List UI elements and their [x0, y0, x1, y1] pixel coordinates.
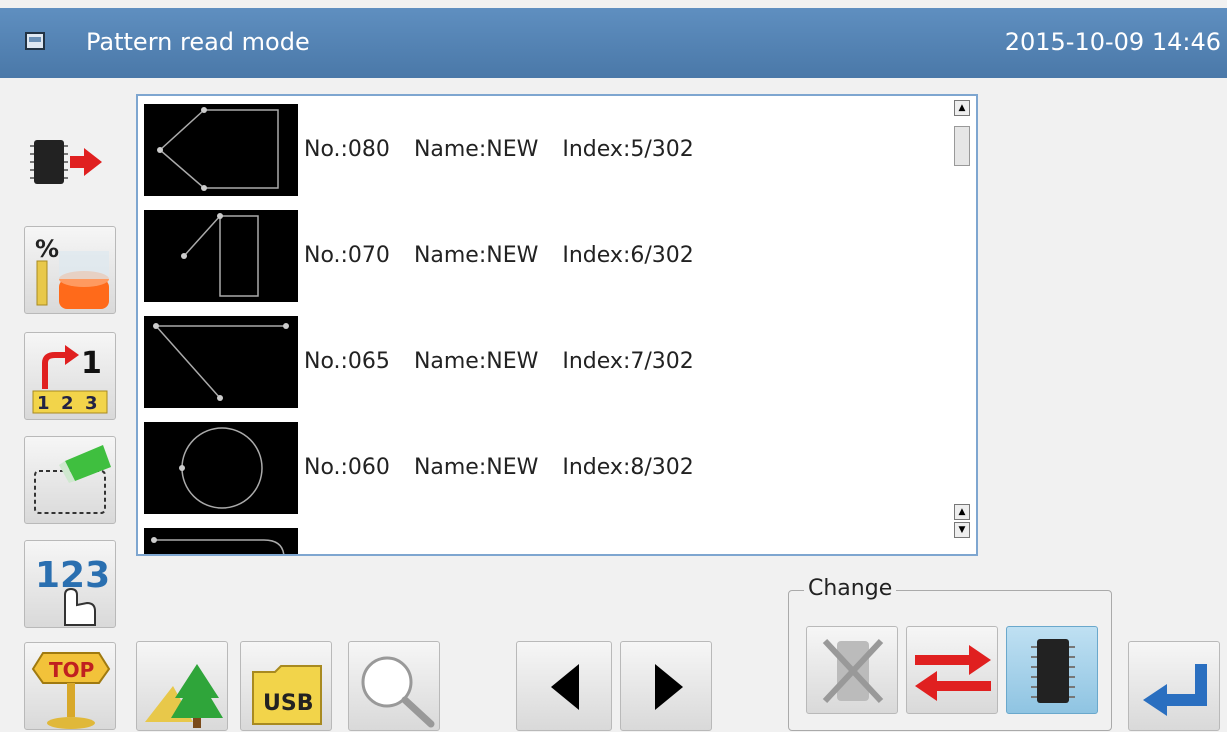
scrollbar-thumb[interactable]	[954, 126, 970, 166]
change-label: Change	[804, 576, 897, 601]
pattern-index: Index:6/302	[562, 243, 694, 268]
swap-arrows-icon	[915, 645, 991, 701]
pattern-number: No.:065	[304, 349, 390, 374]
magnifier-icon	[361, 656, 435, 728]
pattern-name: Name:NEW	[413, 137, 539, 162]
svg-text:TOP: TOP	[49, 658, 94, 682]
search-button[interactable]	[348, 641, 440, 731]
svg-text:%: %	[35, 235, 59, 263]
next-arrow-icon	[655, 664, 683, 710]
scroll-up-icon[interactable]: ▲	[954, 504, 970, 520]
area-select-icon	[34, 445, 111, 514]
scenery-icon	[145, 664, 223, 728]
disabled-memory-icon	[822, 638, 884, 704]
scale-button[interactable]: %	[24, 226, 116, 314]
svg-text:USB: USB	[263, 691, 313, 716]
read-from-memory-button[interactable]	[24, 120, 116, 208]
page-title: Pattern read mode	[86, 28, 310, 56]
pattern-number: No.:070	[304, 243, 390, 268]
pattern-index: Index:8/302	[562, 455, 694, 480]
memory-source-button[interactable]	[1006, 626, 1098, 714]
memory-chip-icon	[1031, 639, 1075, 703]
list-item[interactable]: No.:080 Name:NEW Index:5/302	[144, 104, 944, 196]
pattern-index: Index:5/302	[562, 137, 694, 162]
top-button[interactable]: TOP	[24, 642, 116, 730]
svg-text:2: 2	[61, 393, 74, 414]
pattern-thumbnail	[144, 210, 298, 302]
hdd-source-button[interactable]	[806, 626, 898, 714]
list-item[interactable]	[144, 528, 944, 554]
select-area-button[interactable]	[24, 436, 116, 524]
prev-arrow-icon	[551, 664, 579, 710]
swap-source-button[interactable]	[906, 626, 998, 714]
list-item[interactable]: No.:070 Name:NEW Index:6/302	[144, 210, 944, 302]
pattern-name: Name:NEW	[413, 349, 539, 374]
scenery-button[interactable]	[136, 641, 228, 731]
pattern-name: Name:NEW	[413, 243, 539, 268]
next-page-button[interactable]	[620, 641, 712, 731]
pattern-index: Index:7/302	[562, 349, 694, 374]
scroll-up-icon[interactable]: ▲	[954, 100, 970, 116]
svg-text:1: 1	[37, 393, 50, 414]
pattern-name: Name:NEW	[413, 455, 539, 480]
datetime-display: 2015-10-09 14:46	[1004, 28, 1221, 56]
sort-order-icon: 1 1 2 3	[32, 345, 108, 414]
pattern-thumbnail	[144, 422, 298, 514]
enter-return-icon	[1143, 664, 1207, 716]
number-input-icon: 123	[35, 555, 110, 626]
pattern-thumbnail	[144, 316, 298, 408]
usb-button[interactable]: USB	[240, 641, 332, 731]
previous-page-button[interactable]	[516, 641, 612, 731]
memory-read-icon	[30, 140, 102, 184]
title-bar: Pattern read mode 2015-10-09 14:46	[0, 8, 1227, 78]
pattern-number: No.:060	[304, 455, 390, 480]
pattern-list[interactable]: No.:080 Name:NEW Index:5/302 No.:070 Name:N…	[136, 94, 978, 556]
usb-icon: USB	[252, 665, 322, 725]
pattern-thumbnail	[144, 528, 298, 554]
enter-button[interactable]	[1128, 641, 1220, 731]
number-input-button[interactable]: 123	[24, 540, 116, 628]
svg-text:1: 1	[81, 346, 102, 381]
screen-icon	[25, 32, 45, 50]
list-item[interactable]: No.:065 Name:NEW Index:7/302	[144, 316, 944, 408]
pattern-number: No.:080	[304, 137, 390, 162]
scroll-down-icon[interactable]: ▼	[954, 522, 970, 538]
pattern-thumbnail	[144, 104, 298, 196]
sort-button[interactable]: 1 1 2 3	[24, 332, 116, 420]
percent-scale-icon: %	[35, 235, 109, 309]
list-scrollbar[interactable]: ▲ ▲ ▼	[954, 100, 972, 550]
top-sign-icon: TOP	[31, 652, 111, 729]
list-item[interactable]: No.:060 Name:NEW Index:8/302	[144, 422, 944, 514]
svg-text:3: 3	[85, 393, 98, 414]
